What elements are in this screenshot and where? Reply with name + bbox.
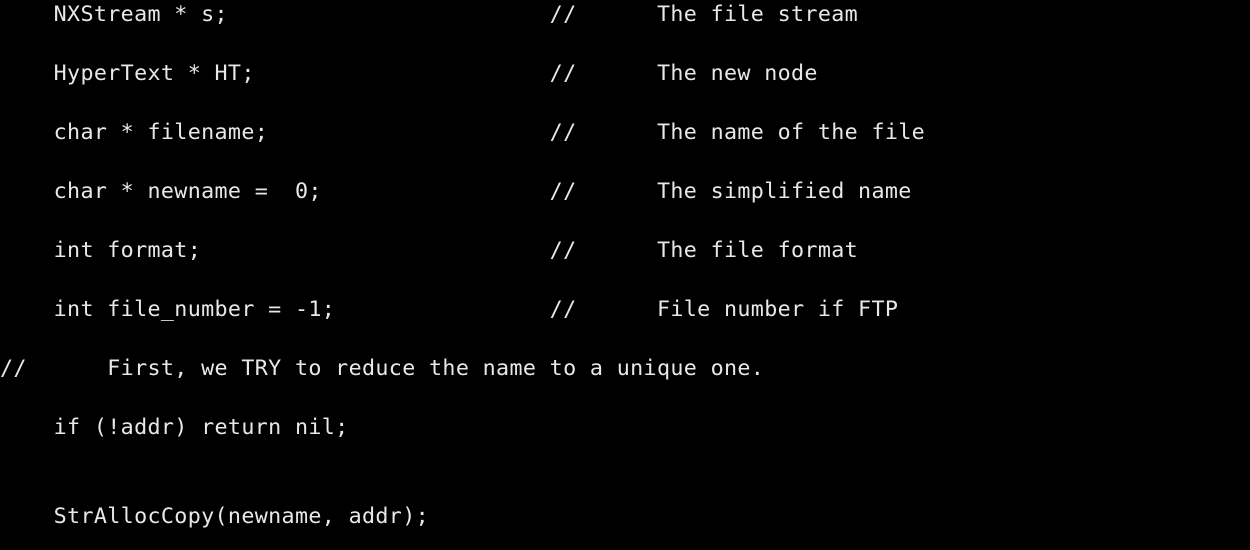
code-block: NXStream * s; // The file stream HyperTe… xyxy=(0,0,1250,550)
code-line: HyperText * HT; // The new node xyxy=(0,59,1250,89)
code-line: StrAllocCopy(newname, addr); xyxy=(0,502,1250,532)
code-line: // First, we TRY to reduce the name to a… xyxy=(0,354,1250,384)
code-line: NXStream * s; // The file stream xyxy=(0,0,1250,30)
code-line: int format; // The file format xyxy=(0,236,1250,266)
code-line: if (!addr) return nil; xyxy=(0,413,1250,443)
code-line: int file_number = -1; // File number if … xyxy=(0,295,1250,325)
code-line: char * newname = 0; // The simplified na… xyxy=(0,177,1250,207)
code-line: char * filename; // The name of the file xyxy=(0,118,1250,148)
